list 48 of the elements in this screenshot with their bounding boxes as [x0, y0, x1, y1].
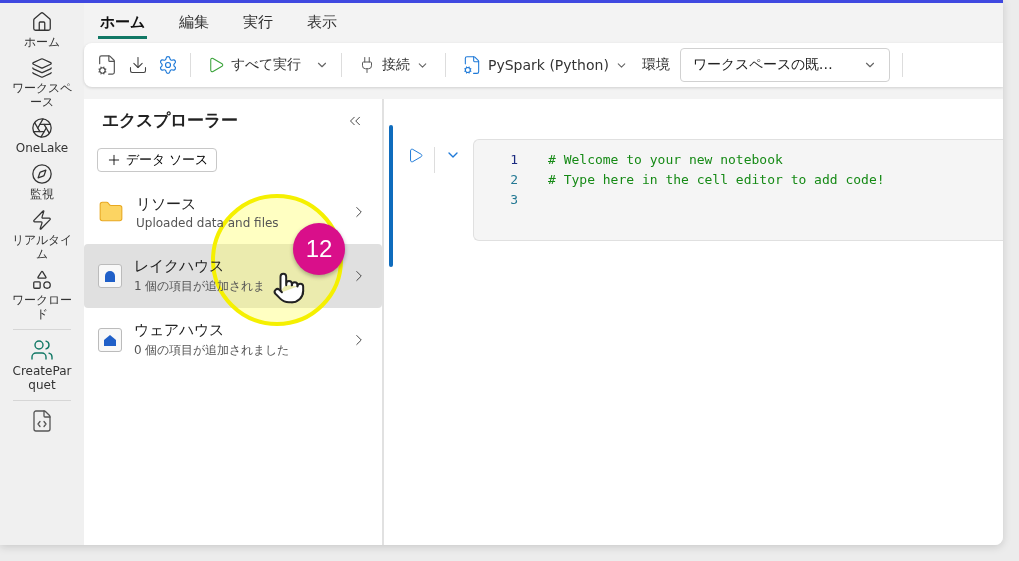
- nav-item[interactable]: リアルタイム: [0, 209, 84, 261]
- explorer-item[interactable]: ウェアハウス 0 個の項目が追加されました: [84, 308, 382, 372]
- nav-item[interactable]: ワークロード: [0, 269, 84, 321]
- hand-cursor-icon: [272, 271, 306, 305]
- settings-icon[interactable]: [158, 55, 178, 75]
- connect-button[interactable]: 接続: [354, 52, 433, 78]
- warehouse-icon: [98, 328, 122, 352]
- shapes-icon: [31, 269, 53, 291]
- environment-dropdown[interactable]: ワークスペースの既…: [679, 48, 890, 82]
- nav-item[interactable]: 監視: [0, 163, 84, 201]
- code-line: # Welcome to your new notebook: [548, 152, 783, 169]
- save-icon[interactable]: [96, 54, 118, 76]
- ribbon-tab[interactable]: ホーム: [98, 9, 147, 39]
- item-subtitle: 0 個の項目が追加されました: [134, 342, 291, 359]
- item-subtitle: Uploaded data and files: [136, 215, 280, 230]
- nav-item[interactable]: ワークスペース: [0, 57, 84, 109]
- aperture-icon: [31, 117, 53, 139]
- explorer-title: エクスプローラー: [102, 109, 238, 132]
- line-number: 1: [509, 152, 518, 169]
- home-icon: [31, 11, 53, 33]
- add-data-source-button[interactable]: データ ソース: [97, 148, 218, 172]
- line-number: 2: [509, 172, 518, 189]
- run-cell-icon[interactable]: [407, 147, 424, 164]
- environment-label: 環境: [641, 56, 670, 74]
- item-title: ウェアハウス: [134, 321, 225, 340]
- ribbon-tab[interactable]: 表示: [305, 9, 339, 39]
- item-title: リソース: [136, 194, 197, 214]
- line-number: 3: [509, 192, 518, 209]
- nav-item[interactable]: OneLake: [0, 117, 84, 155]
- plus-icon: [106, 152, 122, 168]
- lightning-icon: [31, 209, 53, 231]
- run-all-button[interactable]: すべて実行: [203, 52, 305, 78]
- download-icon[interactable]: [128, 55, 148, 75]
- notebook-icon[interactable]: [30, 409, 54, 433]
- people-icon: [30, 338, 54, 362]
- language-icon: [462, 55, 482, 75]
- step-badge: 12: [293, 223, 345, 275]
- play-icon: [207, 56, 225, 74]
- code-line: # Type here in the cell editor to add code!: [548, 172, 885, 189]
- nav-item[interactable]: ホーム: [0, 11, 84, 49]
- layers-icon: [31, 57, 53, 79]
- ribbon-tab[interactable]: 実行: [241, 9, 275, 39]
- compass-icon: [31, 163, 53, 185]
- language-button[interactable]: PySpark (Python): [458, 51, 632, 79]
- ribbon-tab[interactable]: 編集: [177, 9, 211, 39]
- code-cell[interactable]: 1 # Welcome to your new notebook 2 # Type here in the cell editor to add code! 3: [473, 139, 1003, 241]
- lakehouse-icon: [98, 264, 122, 288]
- nav-item[interactable]: CreateParquet: [0, 338, 84, 392]
